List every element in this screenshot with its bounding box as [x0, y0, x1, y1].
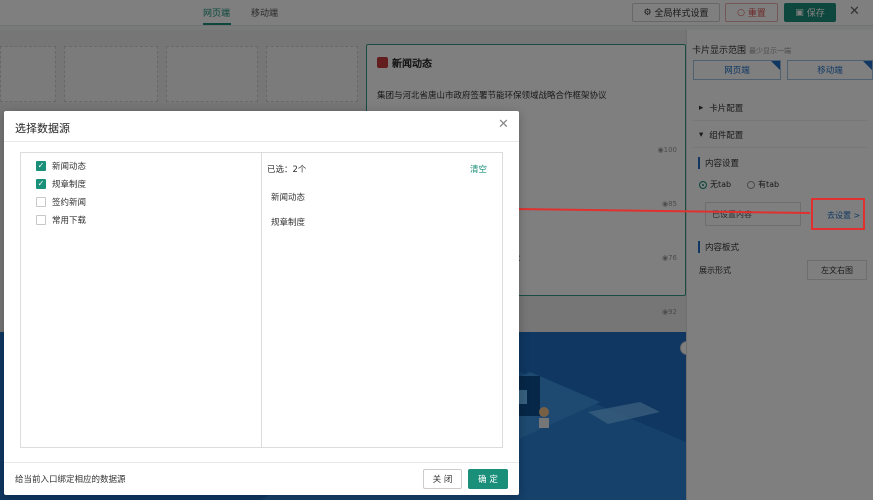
transfer-panel: ✓ 新闻动态 ✓ 规章制度 签约新闻 常用下载 已选：2个 清空 新闻动态 规章…	[20, 152, 503, 448]
checkbox-unchecked-icon[interactable]	[36, 215, 46, 225]
option-regulations-label: 规章制度	[52, 180, 87, 190]
clear-button[interactable]: 清空	[470, 163, 487, 175]
option-news[interactable]: ✓ 新闻动态	[36, 159, 86, 173]
select-datasource-dialog: 选择数据源 ✕ ✓ 新闻动态 ✓ 规章制度 签约新闻 常用下载 已选：2个 清空	[4, 111, 519, 495]
divider	[4, 462, 519, 463]
close-button[interactable]: 关 闭	[423, 469, 462, 489]
selected-datasources: 已选：2个 清空 新闻动态 规章制度	[262, 153, 502, 447]
datasource-options: ✓ 新闻动态 ✓ 规章制度 签约新闻 常用下载	[21, 153, 262, 447]
option-downloads[interactable]: 常用下载	[36, 213, 86, 227]
dialog-hint: 给当前入口绑定相应的数据源	[15, 475, 126, 485]
option-contract-news[interactable]: 签约新闻	[36, 195, 86, 209]
selected-item: 规章制度	[271, 218, 306, 228]
option-downloads-label: 常用下载	[52, 216, 87, 226]
dialog-close-icon[interactable]: ✕	[498, 117, 509, 132]
confirm-button[interactable]: 确 定	[468, 469, 508, 489]
option-contract-news-label: 签约新闻	[52, 198, 87, 208]
checkbox-checked-icon[interactable]: ✓	[36, 161, 46, 171]
selected-count: 已选：2个	[267, 165, 307, 175]
selected-item: 新闻动态	[271, 193, 306, 203]
option-regulations[interactable]: ✓ 规章制度	[36, 177, 86, 191]
checkbox-checked-icon[interactable]: ✓	[36, 179, 46, 189]
dialog-title: 选择数据源	[15, 122, 70, 135]
checkbox-unchecked-icon[interactable]	[36, 197, 46, 207]
option-news-label: 新闻动态	[52, 162, 87, 172]
divider	[4, 141, 519, 142]
